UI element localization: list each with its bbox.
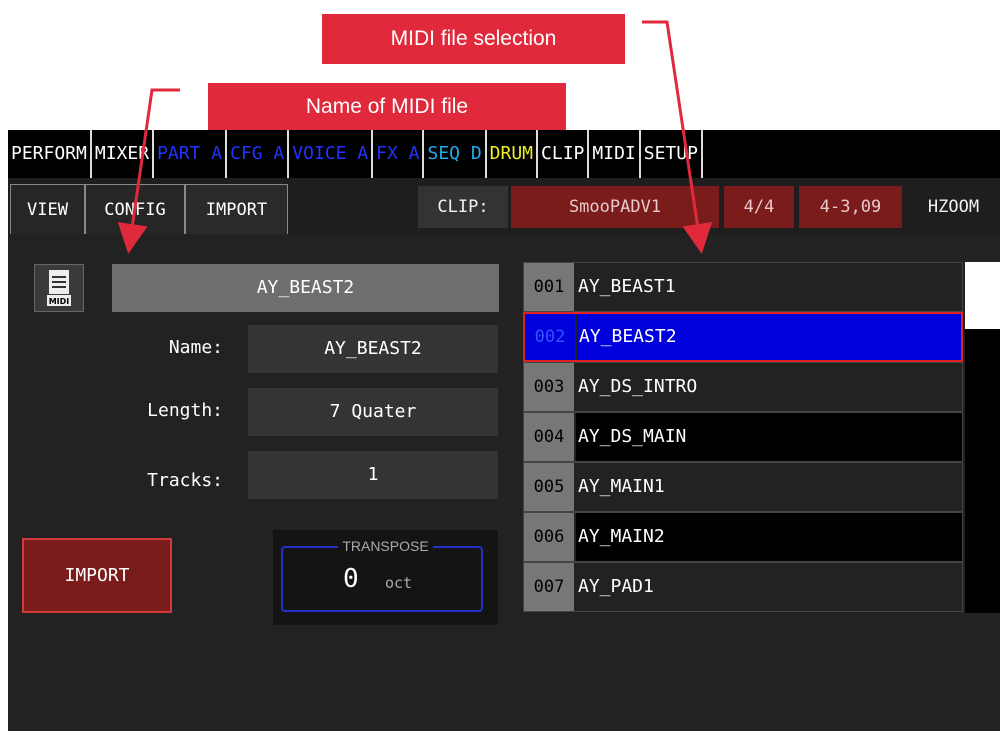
tab-import[interactable]: IMPORT <box>185 184 288 234</box>
file-number: 006 <box>524 513 574 561</box>
file-number: 003 <box>524 363 574 411</box>
transpose-title: TRANSPOSE <box>273 538 498 554</box>
length-value: 7 Quater <box>248 388 498 436</box>
file-number: 002 <box>525 314 575 360</box>
selected-file-name[interactable]: AY_BEAST2 <box>112 264 499 312</box>
menu-item-fx-a[interactable]: FX A <box>373 130 425 178</box>
file-list-item[interactable]: 001 AY_BEAST1 <box>523 262 963 312</box>
file-name: AY_BEAST1 <box>576 263 962 311</box>
length-label: Length: <box>147 400 223 421</box>
hzoom-button[interactable]: HZOOM <box>907 186 1000 228</box>
file-name: AY_PAD1 <box>576 563 962 611</box>
file-name: AY_DS_MAIN <box>576 413 962 461</box>
transpose-unit: oct <box>385 574 413 592</box>
tab-view[interactable]: VIEW <box>10 184 85 234</box>
name-value: AY_BEAST2 <box>248 325 498 373</box>
position-readout[interactable]: 4-3,09 <box>799 186 902 228</box>
midi-file-icon[interactable]: MIDI <box>34 264 84 312</box>
device-screen: PERFORM MIXER PART A CFG A VOICE A FX A SEQ DD… <box>8 130 1000 731</box>
transpose-value: 0 <box>343 564 359 594</box>
file-number: 001 <box>524 263 574 311</box>
file-name: AY_MAIN2 <box>576 513 962 561</box>
tab-config[interactable]: CONFIG <box>85 184 185 234</box>
menu-item-drum[interactable]: DRUM <box>487 130 539 178</box>
file-list-item[interactable]: 007 AY_PAD1 <box>523 562 963 612</box>
clip-name[interactable]: SmooPADV1 <box>511 186 719 228</box>
menu-item-setup[interactable]: SETUP <box>641 130 703 178</box>
menu-item-midi[interactable]: MIDI <box>589 130 641 178</box>
tracks-label: Tracks: <box>147 470 223 491</box>
midi-icon-label: MIDI <box>49 297 70 306</box>
midi-file-list: 001 AY_BEAST1 002 AY_BEAST2 003 AY_DS_INTRO 00… <box>523 262 965 613</box>
clip-label: CLIP: <box>418 186 508 228</box>
menu-item-cfg-a[interactable]: CFG A <box>227 130 290 178</box>
transpose-frame <box>281 546 483 612</box>
file-list-item[interactable]: 002 AY_BEAST2 <box>523 312 963 362</box>
file-name: AY_BEAST2 <box>577 314 961 360</box>
name-label: Name: <box>168 337 223 358</box>
time-signature[interactable]: 4/4 <box>724 186 794 228</box>
callout-name-of-midi-file: Name of MIDI file <box>208 83 566 131</box>
callout-midi-file-selection: MIDI file selection <box>322 14 625 64</box>
main-menu-bar: PERFORM MIXER PART A CFG A VOICE A FX A SEQ DD… <box>8 130 1000 178</box>
file-list-item[interactable]: 006 AY_MAIN2 <box>523 512 963 562</box>
menu-item-part-a[interactable]: PART A <box>154 130 228 178</box>
menu-item-voice-a[interactable]: VOICE A <box>289 130 374 178</box>
file-name: AY_DS_INTRO <box>576 363 962 411</box>
file-number: 007 <box>524 563 574 611</box>
file-name: AY_MAIN1 <box>576 463 962 511</box>
menu-item-clip[interactable]: CLIP <box>538 130 590 178</box>
import-button[interactable]: IMPORT <box>22 538 172 613</box>
file-number: 004 <box>524 413 574 461</box>
sub-tab-bar: VIEW CONFIG IMPORT CLIP: SmooPADV1 4/4 4… <box>8 178 1000 234</box>
file-list-item[interactable]: 005 AY_MAIN1 <box>523 462 963 512</box>
transpose-control[interactable]: TRANSPOSE 0 oct <box>273 530 498 625</box>
file-number: 005 <box>524 463 574 511</box>
file-list-scrollbar[interactable] <box>965 262 1000 613</box>
menu-item-seq-d[interactable]: SEQ D <box>424 130 487 178</box>
file-list-item[interactable]: 004 AY_DS_MAIN <box>523 412 963 462</box>
menu-item-perform[interactable]: PERFORM <box>8 130 92 178</box>
tracks-value: 1 <box>248 451 498 499</box>
menu-item-mixer[interactable]: MIXER <box>92 130 155 178</box>
scrollbar-thumb[interactable] <box>965 262 1000 329</box>
file-list-item[interactable]: 003 AY_DS_INTRO <box>523 362 963 412</box>
